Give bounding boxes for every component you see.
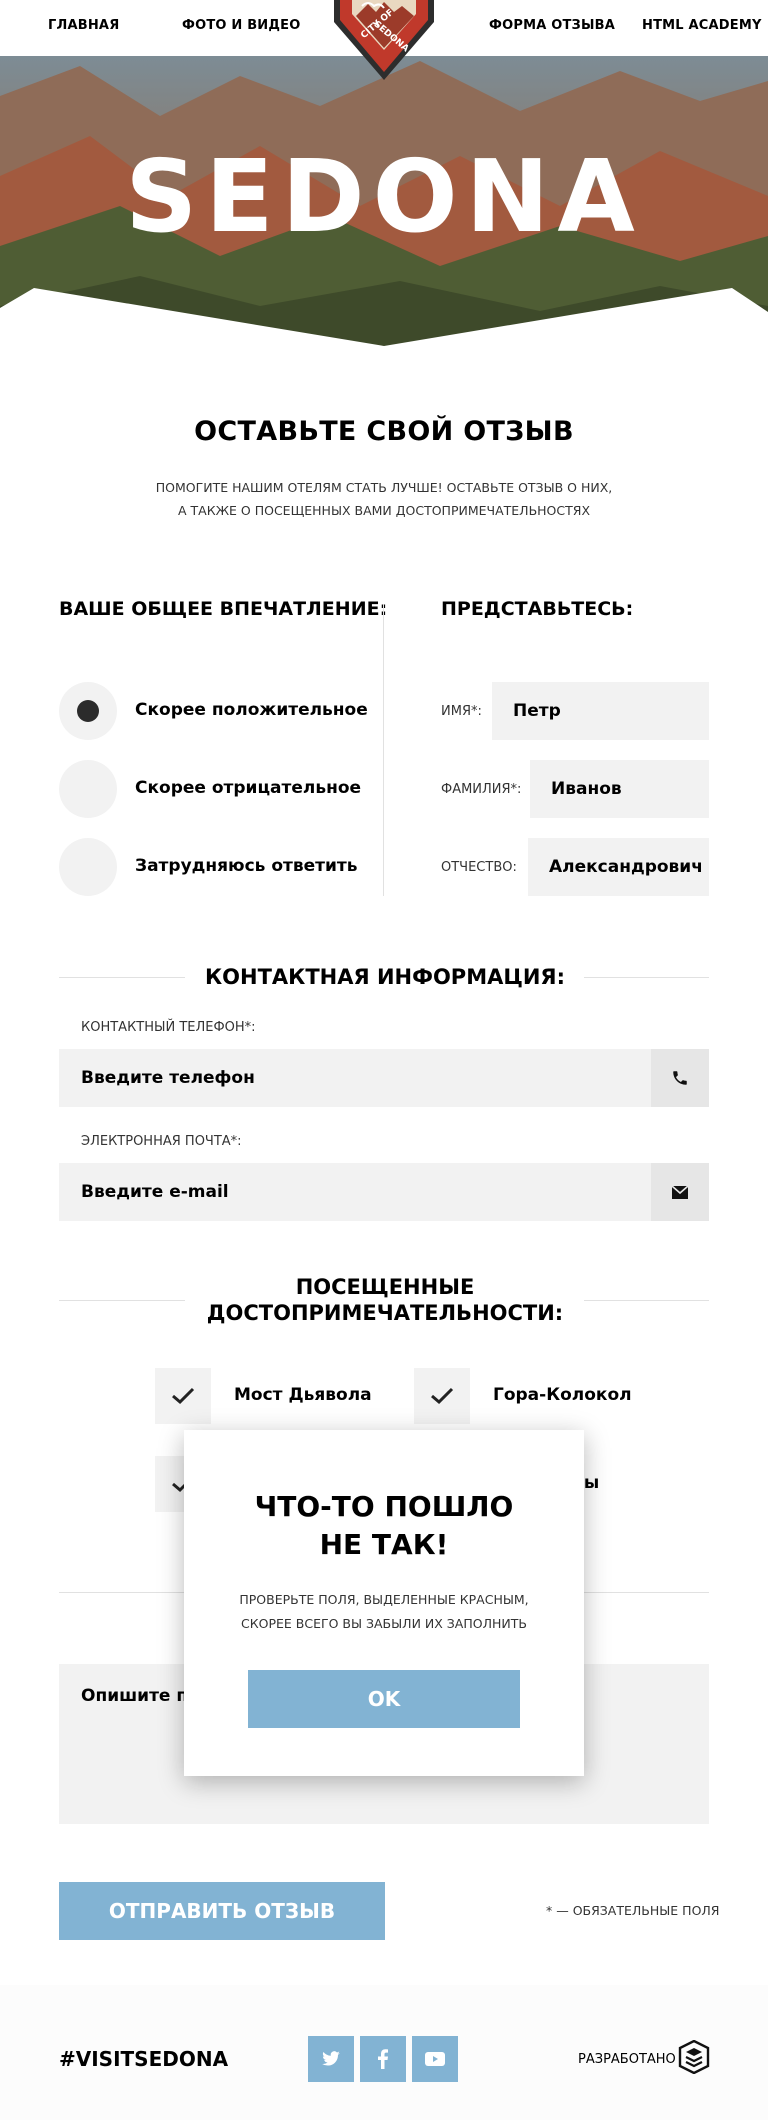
modal-title-line1: ЧТО-ТО ПОШЛО [254,1490,514,1523]
sights-line-left [59,1300,185,1301]
hero: SEDONA [0,56,768,348]
sights-title-line1: ПОСЕЩЕННЫЕ [295,1275,475,1299]
first-name-label: ИМЯ*: [441,704,482,719]
contacts-title: КОНТАКТНАЯ ИНФОРМАЦИЯ: [205,965,565,989]
modal-text-line2: СКОРЕЕ ВСЕГО ВЫ ЗАБЫЛИ ИХ ЗАПОЛНИТЬ [241,1616,527,1631]
modal-text-line1: ПРОВЕРЬТЕ ПОЛЯ, ВЫДЕЛЕННЫЕ КРАСНЫМ, [239,1592,529,1607]
twitter-icon [322,2051,340,2066]
checkbox-devils-bridge[interactable] [155,1368,211,1424]
sights-title: ПОСЕЩЕННЫЕ ДОСТОПРИМЕЧАТЕЛЬНОСТИ: [185,1274,585,1326]
submit-button[interactable]: ОТПРАВИТЬ ОТЗЫВ [59,1882,385,1940]
phone-icon [651,1049,709,1107]
check-icon [431,1387,454,1405]
checkbox-devils-bridge-label[interactable]: Мост Дьявола [234,1385,372,1405]
radio-negative-label[interactable]: Скорее отрицательное [135,778,361,798]
middle-name-label: ОТЧЕСТВО: [441,860,517,875]
column-divider [383,604,384,896]
hero-title: SEDONA [125,138,643,255]
error-modal: ЧТО-ТО ПОШЛО НЕ ТАК! ПРОВЕРЬТЕ ПОЛЯ, ВЫД… [184,1430,584,1776]
twitter-button[interactable] [308,2036,354,2082]
radio-positive-label[interactable]: Скорее положительное [135,700,368,720]
last-name-label: ФАМИЛИЯ*: [441,782,522,797]
intro-text: ПОМОГИТЕ НАШИМ ОТЕЛЯМ СТАТЬ ЛУЧШЕ! ОСТАВ… [134,476,634,522]
html-academy-logo[interactable] [678,2040,710,2074]
facebook-icon [378,2049,388,2069]
modal-text: ПРОВЕРЬТЕ ПОЛЯ, ВЫДЕЛЕННЫЕ КРАСНЫМ, СКОР… [204,1588,564,1636]
impression-title: ВАШЕ ОБЩЕЕ ВПЕЧАТЛЕНИЕ: [59,598,388,620]
contacts-line-right [584,977,709,978]
nav-item-html-academy[interactable]: HTML ACADEMY [642,18,762,33]
developed-by-label: РАЗРАБОТАНО [578,2052,676,2067]
nav-item-home[interactable]: ГЛАВНАЯ [48,18,119,33]
radio-negative[interactable] [59,760,117,818]
contacts-line-left [59,977,185,978]
person-title: ПРЕДСТАВЬТЕСЬ: [441,598,634,620]
phone-input[interactable]: Введите телефон [59,1049,709,1107]
check-icon [172,1387,195,1405]
email-input[interactable]: Введите e-mail [59,1163,709,1221]
nav-item-feedback-form[interactable]: ФОРМА ОТЗЫВА [489,18,615,33]
modal-title-line2: НЕ ТАК! [319,1528,449,1561]
sights-title-line2: ДОСТОПРИМЕЧАТЕЛЬНОСТИ: [206,1301,564,1325]
nav-item-photo-video[interactable]: ФОТО И ВИДЕО [182,18,301,33]
last-name-field[interactable]: Иванов [530,760,709,818]
facebook-button[interactable] [360,2036,406,2082]
first-name-field[interactable]: Петр [492,682,709,740]
youtube-icon [425,2052,445,2066]
intro-text-line1: ПОМОГИТЕ НАШИМ ОТЕЛЯМ СТАТЬ ЛУЧШЕ! ОСТАВ… [155,480,613,495]
middle-name-field[interactable]: Александрович [528,838,709,896]
sights-line-right [584,1300,709,1301]
modal-title: ЧТО-ТО ПОШЛО НЕ ТАК! [184,1488,584,1564]
youtube-button[interactable] [412,2036,458,2082]
required-fields-note: * — ОБЯЗАТЕЛЬНЫЕ ПОЛЯ [546,1903,720,1918]
phone-label: КОНТАКТНЫЙ ТЕЛЕФОН*: [81,1020,256,1035]
footer-hashtag: #VISITSEDONA [59,2047,229,2071]
intro-text-line2: А ТАКЖЕ О ПОСЕЩЕННЫХ ВАМИ ДОСТОПРИМЕЧАТЕ… [177,503,591,518]
email-label: ЭЛЕКТРОННАЯ ПОЧТА*: [81,1134,242,1149]
page-title: ОСТАВЬТЕ СВОЙ ОТЗЫВ [194,416,574,447]
phone-placeholder: Введите телефон [81,1068,255,1088]
email-placeholder: Введите e-mail [81,1182,229,1202]
radio-unsure[interactable] [59,838,117,896]
checkbox-bell-rock-label[interactable]: Гора-Колокол [493,1385,632,1405]
city-of-sedona-logo[interactable]: CITY OF SEDONA [332,0,436,82]
radio-unsure-label[interactable]: Затрудняюсь ответить [135,856,358,876]
radio-positive[interactable] [59,682,117,740]
checkbox-bell-rock[interactable] [414,1368,470,1424]
email-icon [651,1163,709,1221]
modal-ok-button[interactable]: OK [248,1670,520,1728]
